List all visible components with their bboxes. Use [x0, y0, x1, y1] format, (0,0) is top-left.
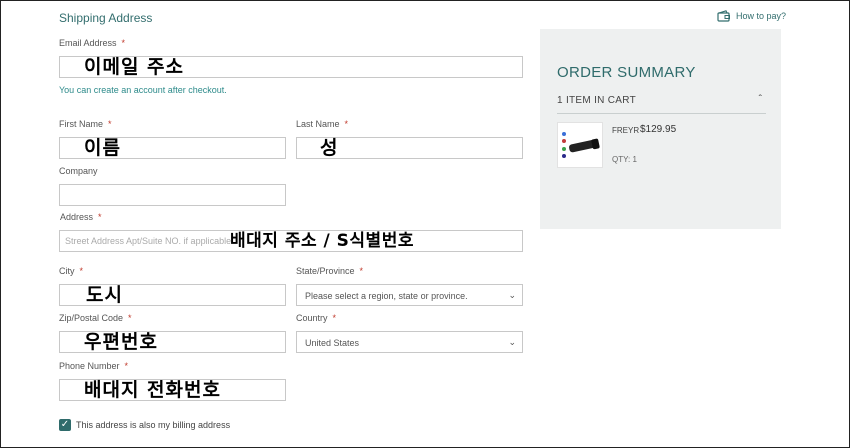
email-overlay-text: 이메일 주소 — [84, 56, 185, 78]
city-label: City * — [59, 266, 84, 276]
chevron-down-icon: ⌄ — [508, 290, 516, 300]
order-summary-title: ORDER SUMMARY — [557, 64, 696, 81]
country-selected: United States — [305, 338, 360, 348]
first-name-overlay-text: 이름 — [84, 137, 121, 159]
city-overlay-text: 도시 — [86, 284, 123, 306]
zip-overlay-text: 우편번호 — [84, 331, 158, 353]
company-label: Company — [59, 166, 98, 176]
account-note: You can create an account after checkout… — [59, 85, 227, 95]
first-name-label: First Name * — [59, 119, 112, 129]
cart-toggle[interactable]: 1 ITEM IN CART ˆ — [557, 93, 766, 114]
items-in-cart-label: 1 ITEM IN CART — [557, 95, 637, 106]
last-name-overlay-text: 성 — [320, 137, 339, 159]
billing-checkbox[interactable]: ✓ — [59, 419, 71, 431]
section-title: Shipping Address — [59, 11, 153, 25]
company-field[interactable] — [59, 184, 286, 206]
chevron-down-icon: ⌄ — [508, 337, 516, 347]
wallet-icon — [717, 10, 730, 22]
address-label: Address * — [60, 212, 102, 222]
country-label: Country * — [296, 313, 337, 323]
product-name: FREYR — [612, 126, 640, 135]
country-select[interactable]: United States ⌄ — [296, 331, 523, 353]
product-qty: QTY: 1 — [612, 155, 637, 164]
how-to-pay-link[interactable]: How to pay? — [717, 10, 786, 22]
state-label: State/Province * — [296, 266, 364, 276]
zip-label: Zip/Postal Code * — [59, 313, 132, 323]
chevron-up-icon: ˆ — [758, 94, 762, 105]
email-label: Email Address * — [59, 38, 126, 48]
phone-label: Phone Number * — [59, 361, 129, 371]
phone-overlay-text: 배대지 전화번호 — [84, 379, 221, 401]
last-name-label: Last Name * — [296, 119, 349, 129]
address-placeholder: Street Address Apt/Suite NO. if applicab… — [65, 236, 232, 246]
address-overlay-text: 배대지 주소 / S식별번호 — [230, 231, 414, 251]
billing-checkbox-label[interactable]: This address is also my billing address — [76, 420, 230, 430]
state-select[interactable]: Please select a region, state or provinc… — [296, 284, 523, 306]
product-thumbnail — [557, 122, 603, 168]
state-selected: Please select a region, state or provinc… — [305, 291, 468, 301]
how-to-pay-label[interactable]: How to pay? — [736, 11, 786, 21]
product-price: $129.95 — [640, 124, 677, 135]
